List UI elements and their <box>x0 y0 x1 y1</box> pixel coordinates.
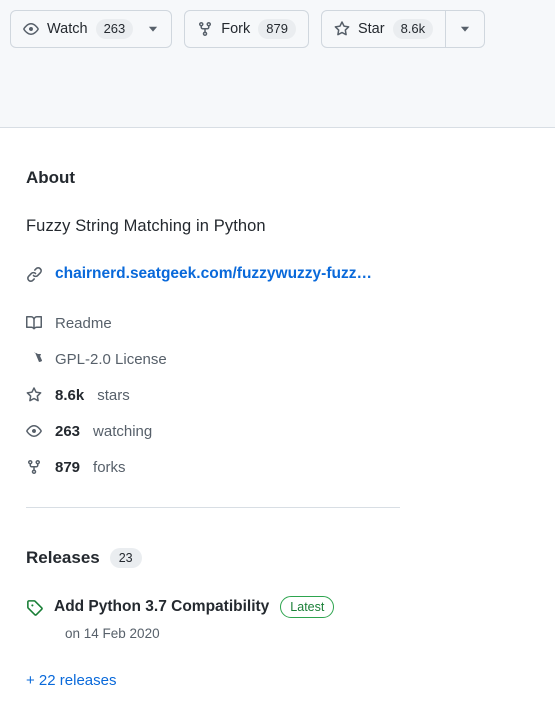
releases-count-badge: 23 <box>109 548 142 568</box>
license-label: GPL-2.0 License <box>55 350 167 368</box>
watching-link[interactable]: 263 watching <box>26 413 529 449</box>
star-button[interactable]: Star 8.6k <box>322 11 445 47</box>
eye-icon <box>23 21 39 37</box>
star-icon <box>26 387 42 403</box>
releases-title-text: Releases <box>26 548 100 567</box>
star-dropdown-button[interactable] <box>445 11 484 47</box>
more-releases-link[interactable]: + 22 releases <box>26 641 529 689</box>
stars-count: 8.6k <box>55 386 85 404</box>
fork-count: 879 <box>258 19 296 39</box>
book-icon <box>26 315 42 331</box>
latest-release-name[interactable]: Add Python 3.7 Compatibility <box>54 598 269 616</box>
repo-forked-icon <box>197 21 213 37</box>
eye-icon <box>26 423 42 439</box>
stars-link[interactable]: 8.6k stars <box>26 377 529 413</box>
watch-label: Watch <box>47 21 88 37</box>
forks-label: forks <box>93 458 126 476</box>
star-icon <box>334 21 350 37</box>
fork-label: Fork <box>221 21 251 37</box>
releases-heading: Releases 23 <box>26 508 529 568</box>
readme-link[interactable]: Readme <box>26 305 529 341</box>
sidebar-content: About Fuzzy String Matching in Python ch… <box>0 128 555 689</box>
latest-release-date: on 14 Feb 2020 <box>65 626 160 641</box>
chevron-down-icon <box>147 23 159 35</box>
license-link[interactable]: GPL-2.0 License <box>26 341 529 377</box>
stars-label: stars <box>97 386 130 404</box>
fork-button-group[interactable]: Fork 879 <box>184 10 309 48</box>
homepage-row: chairnerd.seatgeek.com/fuzzywuzzy-fuzz… <box>26 236 529 283</box>
repo-action-bar: Watch 263 Fork 879 Star 8.6k <box>0 0 555 128</box>
star-count: 8.6k <box>392 19 434 39</box>
repo-meta-list: Readme GPL-2.0 License 8.6k stars 263 wa… <box>26 283 529 485</box>
readme-label: Readme <box>55 314 112 332</box>
watching-label: watching <box>93 422 153 440</box>
star-label: Star <box>357 21 385 37</box>
watch-count: 263 <box>95 19 134 39</box>
repo-forked-icon <box>26 459 42 475</box>
fork-button[interactable]: Fork 879 <box>185 11 308 47</box>
forks-count: 879 <box>55 458 81 476</box>
law-icon <box>26 351 42 367</box>
latest-release-row[interactable]: Add Python 3.7 Compatibility Latest <box>26 568 529 618</box>
watch-button-group[interactable]: Watch 263 <box>10 10 173 48</box>
about-title-text: About <box>26 168 76 187</box>
star-button-group[interactable]: Star 8.6k <box>320 10 486 48</box>
link-icon <box>26 266 43 283</box>
forks-link[interactable]: 879 forks <box>26 449 529 485</box>
repo-description: Fuzzy String Matching in Python <box>26 217 266 235</box>
latest-badge: Latest <box>280 596 335 618</box>
watching-count: 263 <box>55 422 81 440</box>
about-heading: About <box>26 128 529 188</box>
homepage-link[interactable]: chairnerd.seatgeek.com/fuzzywuzzy-fuzz… <box>55 265 372 283</box>
chevron-down-icon <box>459 23 471 35</box>
watch-button[interactable]: Watch 263 <box>11 11 145 47</box>
watch-dropdown-button[interactable] <box>145 11 171 47</box>
tag-icon <box>26 599 43 616</box>
